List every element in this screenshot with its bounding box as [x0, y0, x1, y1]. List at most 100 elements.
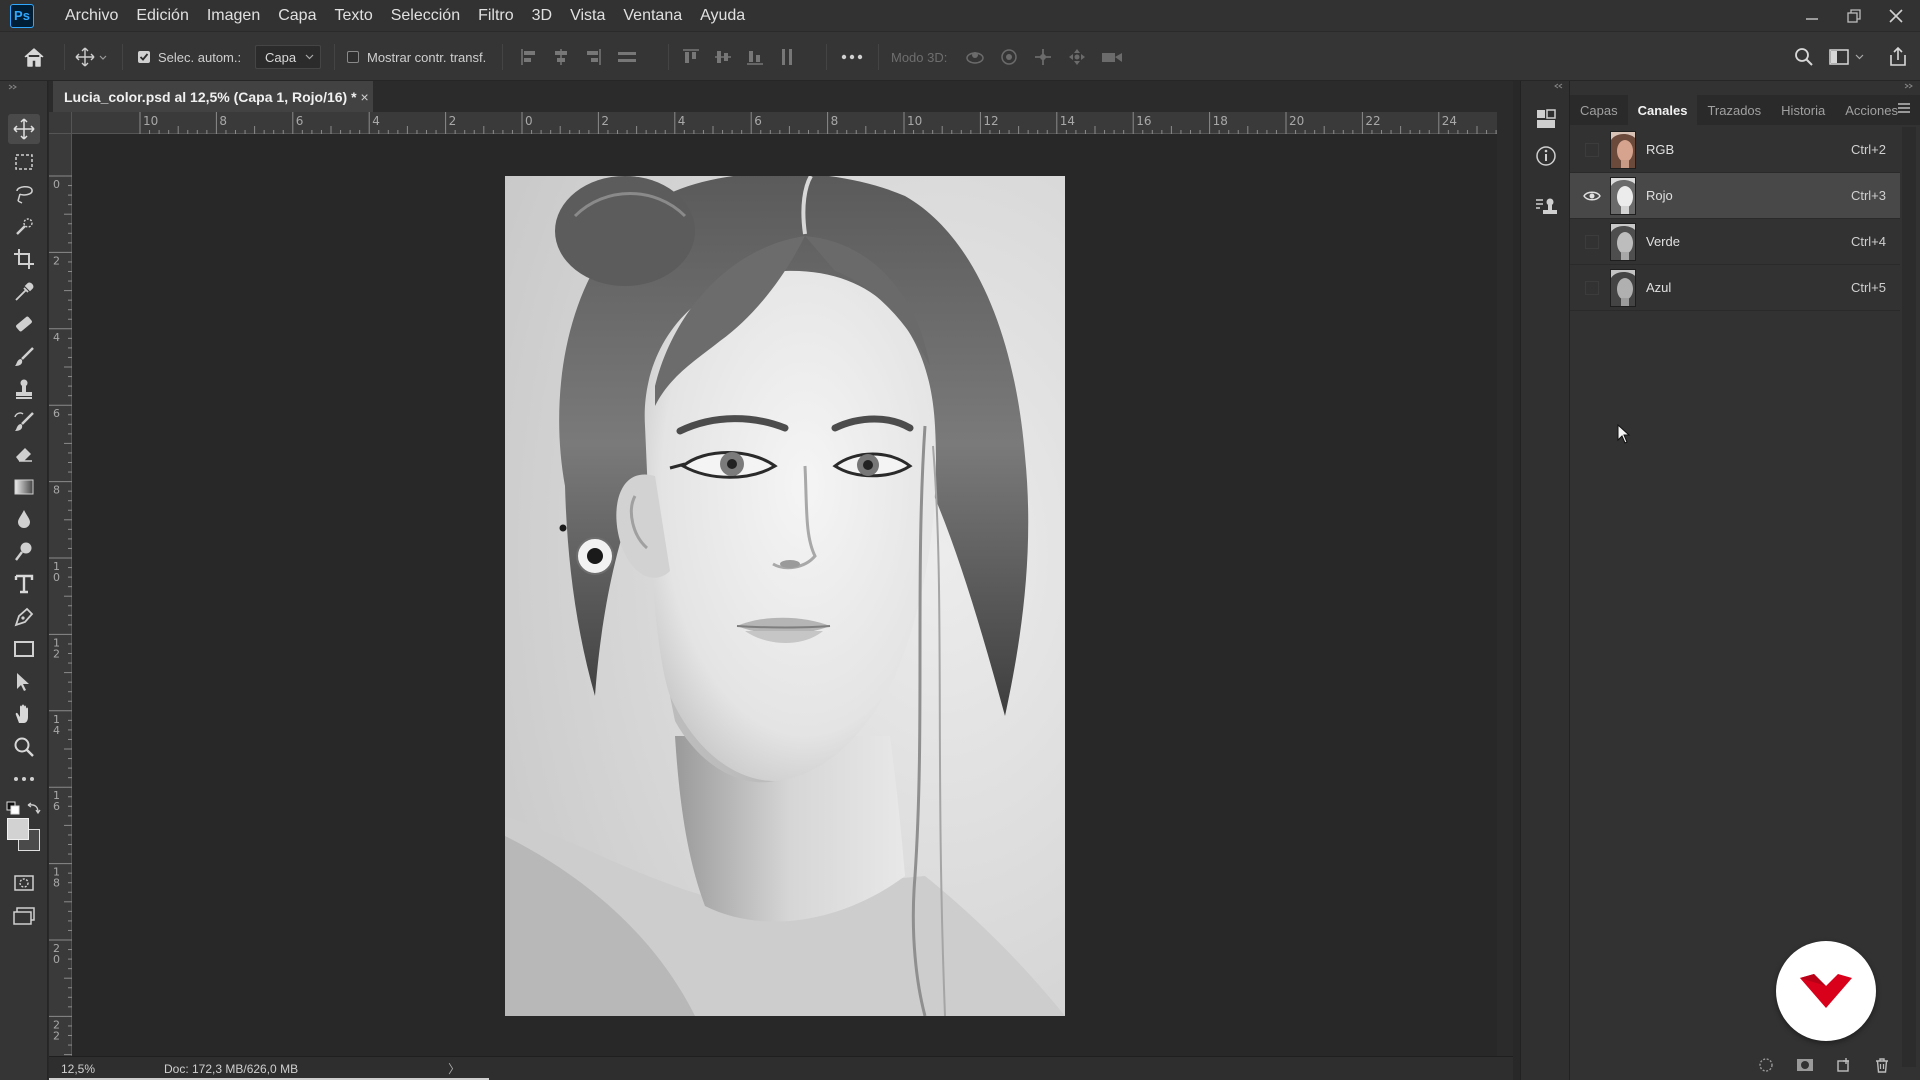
- distribute-vertical-icon[interactable]: [778, 48, 796, 66]
- search-icon[interactable]: [1794, 32, 1814, 82]
- workspace-switcher[interactable]: [1829, 32, 1864, 82]
- panel-dock-icons: [1520, 81, 1570, 1080]
- blur-tool[interactable]: [8, 504, 40, 534]
- align-right-icon[interactable]: [584, 48, 602, 66]
- crop-tool[interactable]: [8, 244, 40, 274]
- tab-canales[interactable]: Canales: [1627, 95, 1698, 125]
- status-menu-arrow[interactable]: 〉: [448, 1060, 460, 1077]
- vertical-ruler[interactable]: 0246810121416182022: [49, 134, 72, 1056]
- move-tool-preset-icon[interactable]: [74, 32, 108, 82]
- visibility-toggle[interactable]: [1580, 276, 1604, 300]
- close-tab-icon[interactable]: ×: [361, 89, 369, 105]
- ruler-origin[interactable]: [49, 112, 72, 134]
- menu-ayuda[interactable]: Ayuda: [691, 7, 754, 25]
- align-hcenter-icon[interactable]: [552, 48, 570, 66]
- gradient-tool[interactable]: [8, 472, 40, 502]
- share-icon[interactable]: [1887, 32, 1909, 82]
- quick-select-tool[interactable]: [8, 212, 40, 242]
- menu-seleccion[interactable]: Selección: [382, 7, 469, 25]
- tab-historia[interactable]: Historia: [1771, 95, 1835, 125]
- align-bottom-icon[interactable]: [746, 48, 764, 66]
- roll-3d-icon[interactable]: [999, 48, 1019, 66]
- foreground-color-swatch[interactable]: [7, 818, 29, 840]
- tab-capas[interactable]: Capas: [1570, 95, 1628, 125]
- camera-3d-icon[interactable]: [1101, 48, 1123, 66]
- visibility-toggle[interactable]: [1580, 230, 1604, 254]
- menu-imagen[interactable]: Imagen: [198, 7, 269, 25]
- horizontal-ruler[interactable]: 10864202468101214161820222426: [72, 112, 1497, 134]
- menu-edicion[interactable]: Edición: [127, 7, 197, 25]
- history-brush-tool[interactable]: [8, 407, 40, 437]
- delete-channel-icon[interactable]: [1874, 1057, 1890, 1073]
- collapse-panel-icon[interactable]: [1904, 83, 1914, 89]
- minimize-icon[interactable]: [1802, 6, 1822, 26]
- eyedropper-tool[interactable]: [8, 277, 40, 307]
- menu-archivo[interactable]: Archivo: [56, 7, 127, 25]
- menu-filtro[interactable]: Filtro: [469, 7, 523, 25]
- panel-scrollbar[interactable]: [1902, 127, 1916, 1067]
- show-transform-checkbox[interactable]: [347, 51, 359, 63]
- tab-trazados[interactable]: Trazados: [1697, 95, 1771, 125]
- orbit-3d-icon[interactable]: [965, 48, 985, 66]
- more-tools[interactable]: [8, 764, 40, 794]
- slide-3d-icon[interactable]: [1067, 48, 1087, 66]
- channel-row-verde[interactable]: Verde Ctrl+4: [1570, 219, 1900, 265]
- auto-select-target-dropdown[interactable]: Capa: [255, 45, 321, 69]
- stamp-tool[interactable]: [8, 374, 40, 404]
- document-tab[interactable]: Lucia_color.psd al 12,5% (Capa 1, Rojo/1…: [53, 81, 373, 112]
- canvas-vertical-scrollbar[interactable]: [1497, 112, 1513, 1056]
- auto-select-checkbox[interactable]: [138, 51, 150, 63]
- close-window-icon[interactable]: [1886, 6, 1906, 26]
- marquee-tool[interactable]: [8, 147, 40, 177]
- menu-vista[interactable]: Vista: [561, 7, 614, 25]
- visibility-toggle[interactable]: [1580, 138, 1604, 162]
- collapse-dock-icon[interactable]: [1553, 83, 1563, 89]
- hand-tool[interactable]: [8, 699, 40, 729]
- channel-row-rojo[interactable]: Rojo Ctrl+3: [1570, 173, 1900, 219]
- swap-colors-icon[interactable]: [27, 801, 41, 815]
- type-tool[interactable]: [8, 569, 40, 599]
- path-select-tool[interactable]: [8, 667, 40, 697]
- chevron-down-icon: [1855, 54, 1864, 60]
- more-options-icon[interactable]: [841, 32, 863, 82]
- info-panel-button[interactable]: [1534, 144, 1558, 168]
- align-left-icon[interactable]: [520, 48, 538, 66]
- panel-menu-icon[interactable]: [1896, 101, 1912, 115]
- brush-tool[interactable]: [8, 342, 40, 372]
- zoom-level-field[interactable]: 12,5%: [49, 1062, 109, 1076]
- libraries-panel-button[interactable]: [1534, 107, 1558, 131]
- pan-3d-icon[interactable]: [1033, 48, 1053, 66]
- new-channel-icon[interactable]: [1836, 1057, 1852, 1073]
- load-selection-icon[interactable]: [1758, 1057, 1774, 1073]
- menu-3d[interactable]: 3D: [523, 7, 561, 25]
- menu-texto[interactable]: Texto: [325, 7, 381, 25]
- lasso-tool[interactable]: [8, 179, 40, 209]
- menu-capa[interactable]: Capa: [269, 7, 325, 25]
- rectangle-tool[interactable]: [8, 634, 40, 664]
- eraser-tool[interactable]: [8, 439, 40, 469]
- move-tool[interactable]: [8, 114, 40, 144]
- collapse-toolbar-icon[interactable]: [8, 84, 18, 90]
- home-icon[interactable]: [22, 32, 46, 82]
- screen-mode-button[interactable]: [8, 901, 40, 931]
- channel-row-rgb[interactable]: RGB Ctrl+2: [1570, 127, 1900, 173]
- menu-bar: Ps Archivo Edición Imagen Capa Texto Sel…: [0, 0, 1920, 31]
- align-vcenter-icon[interactable]: [714, 48, 732, 66]
- healing-icon: [16, 316, 32, 332]
- channel-row-azul[interactable]: Azul Ctrl+5: [1570, 265, 1900, 311]
- quick-mask-button[interactable]: [8, 868, 40, 898]
- menu-ventana[interactable]: Ventana: [614, 7, 691, 25]
- save-selection-icon[interactable]: [1796, 1057, 1814, 1073]
- restore-icon[interactable]: [1844, 6, 1864, 26]
- distribute-icon[interactable]: [616, 48, 638, 66]
- clone-source-panel-button[interactable]: [1534, 195, 1558, 219]
- visibility-toggle[interactable]: [1580, 184, 1604, 208]
- pen-tool[interactable]: [8, 602, 40, 632]
- healing-tool[interactable]: [8, 309, 40, 339]
- dodge-tool[interactable]: [8, 537, 40, 567]
- align-top-icon[interactable]: [682, 48, 700, 66]
- zoom-tool[interactable]: [8, 732, 40, 762]
- document-size-info[interactable]: Doc: 172,3 MB/626,0 MB: [164, 1062, 298, 1076]
- document-canvas-image[interactable]: [505, 176, 1065, 1016]
- default-colors-icon[interactable]: [6, 801, 20, 815]
